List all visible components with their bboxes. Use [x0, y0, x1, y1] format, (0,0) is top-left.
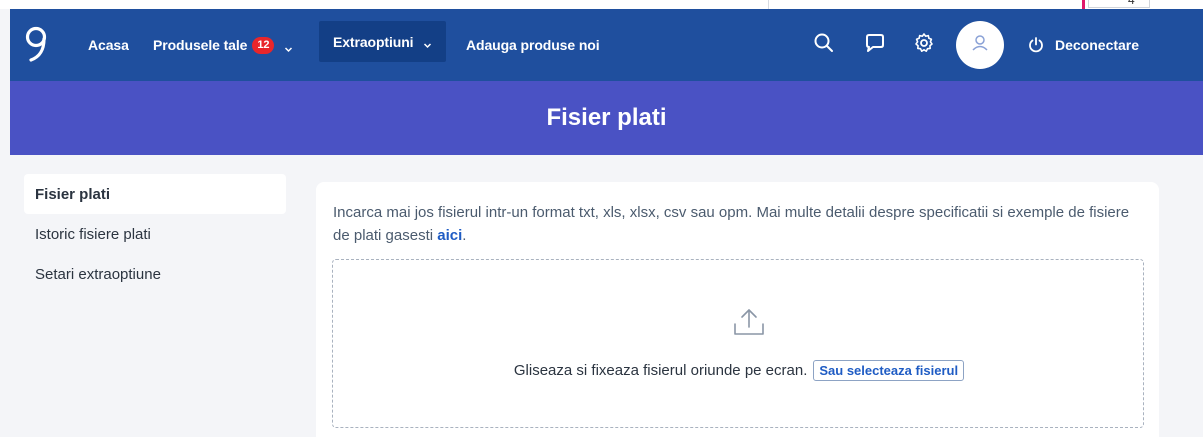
logout-button[interactable]: Deconectare: [1027, 9, 1139, 81]
upload-card: Incarca mai jos fisierul intr-un format …: [316, 182, 1159, 437]
sidebar-item-payment-history[interactable]: Istoric fisiere plati: [24, 214, 286, 254]
page-title: Fisier plati: [546, 104, 667, 131]
sidebar-item-label: Fisier plati: [35, 185, 111, 203]
sidebar-item-payment-file[interactable]: Fisier plati: [24, 174, 286, 214]
nav-products-label: Produsele tale: [153, 37, 248, 53]
overlapping-box: [1088, 0, 1150, 8]
nav-add-products-label: Adauga produse noi: [466, 37, 600, 53]
nav-extraoptions[interactable]: Extraoptiuni: [319, 21, 447, 62]
user-icon: [970, 33, 990, 58]
nav-extraoptions-label: Extraoptiuni: [333, 33, 414, 50]
products-count-badge: 12: [252, 36, 275, 54]
select-file-button[interactable]: Sau selecteaza fisierul: [813, 360, 965, 381]
top-navbar: Acasa Produsele tale 12 Extraoptiuni Ada…: [10, 9, 1203, 81]
search-icon[interactable]: [812, 31, 836, 55]
power-icon: [1029, 37, 1043, 53]
sidebar-item-label: Istoric fisiere plati: [35, 225, 151, 243]
logout-label: Deconectare: [1055, 37, 1140, 53]
nav-home-label: Acasa: [88, 37, 129, 53]
drop-text: Gliseaza si fixeaza fisierul oriunde pe …: [513, 362, 808, 379]
chevron-down-icon: [423, 37, 432, 49]
brand-logo-icon[interactable]: [24, 25, 48, 65]
sidebar: Fisier plati Istoric fisiere plati Setar…: [24, 174, 286, 294]
sidebar-item-label: Setari extraoptiune: [35, 265, 161, 283]
nav-products[interactable]: Produsele tale 12: [153, 9, 293, 81]
avatar[interactable]: [956, 21, 1004, 69]
chat-bubble-icon[interactable]: [863, 31, 887, 55]
chevron-down-icon: [284, 41, 293, 52]
upload-description: Incarca mai jos fisierul intr-un format …: [333, 201, 1143, 247]
page-title-banner: Fisier plati: [10, 81, 1203, 155]
nav-home[interactable]: Acasa: [88, 9, 129, 81]
description-end: .: [462, 227, 467, 244]
accent-marker: [1082, 0, 1085, 9]
details-link[interactable]: aici: [437, 227, 462, 244]
drop-instructions: Gliseaza si fixeaza fisierul oriunde pe …: [333, 360, 1145, 381]
upload-icon: [732, 307, 766, 337]
overlapping-glyph: 4: [1128, 0, 1135, 7]
file-drop-zone[interactable]: Gliseaza si fixeaza fisierul oriunde pe …: [332, 259, 1144, 428]
top-strip: 4: [0, 0, 1203, 9]
nav-add-products[interactable]: Adauga produse noi: [466, 9, 600, 81]
gear-icon[interactable]: [912, 31, 936, 55]
sidebar-item-settings[interactable]: Setari extraoptiune: [24, 254, 286, 294]
